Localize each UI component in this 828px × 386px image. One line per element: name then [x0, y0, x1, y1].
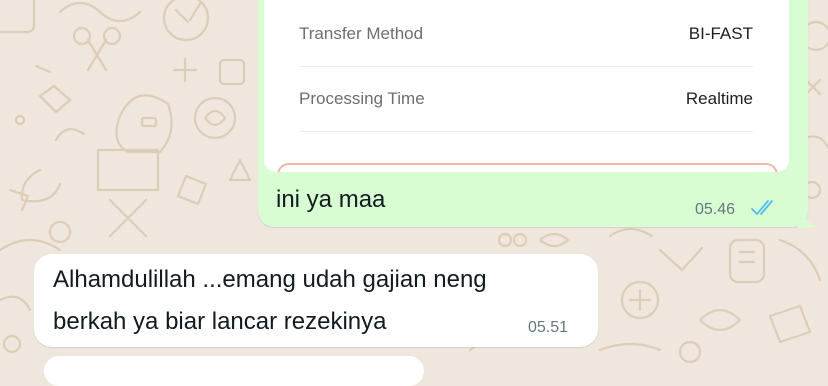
receipt-row-transfer-method: Transfer Method BI-FAST: [299, 2, 753, 67]
bubble-tail: [798, 206, 818, 228]
outgoing-message-time: 05.46: [695, 201, 736, 218]
receipt-row-processing-time: Processing Time Realtime: [299, 67, 753, 132]
receipt-row-label: Processing Time: [299, 89, 425, 108]
next-incoming-message-bubble[interactable]: [44, 356, 424, 386]
receipt-row-value: BI-FAST: [688, 24, 753, 43]
outgoing-message-text: ini ya maa: [276, 186, 386, 213]
transfer-receipt-card[interactable]: Transfer Method BI-FAST Processing Time …: [264, 0, 789, 172]
incoming-message-time: 05.51: [528, 319, 569, 336]
receipt-row-value: Realtime: [685, 89, 753, 108]
receipt-row-label: Transfer Method: [299, 24, 424, 43]
double-check-icon: [751, 200, 773, 215]
receipt-next-section: [277, 163, 778, 172]
incoming-message-text-line: Alhamdulillah ...emang udah gajian neng: [53, 266, 487, 293]
incoming-message-text-line: berkah ya biar lancar rezekinya: [53, 308, 387, 335]
